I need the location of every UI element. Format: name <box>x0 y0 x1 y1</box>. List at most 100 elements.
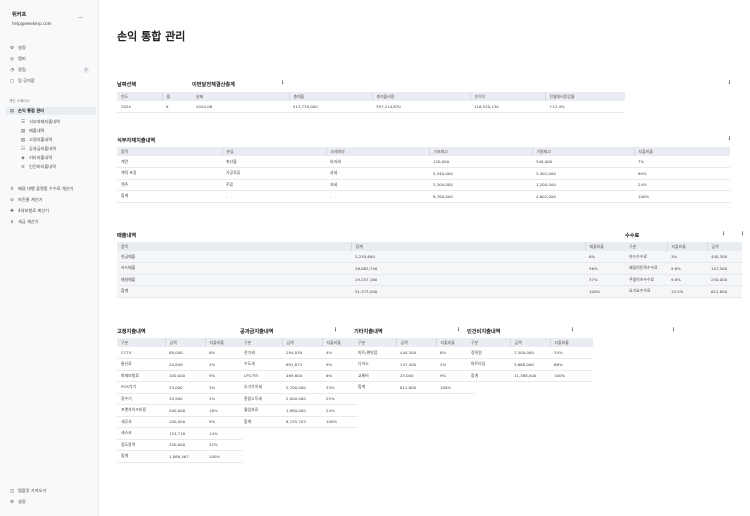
table-cell[interactable]: 8,760,000 <box>429 190 532 203</box>
table-cell[interactable]: 612,800 <box>707 285 742 298</box>
sidebar-item-notifications[interactable]: ◔ 알림 7 <box>9 66 93 74</box>
table-cell[interactable]: 합계 <box>117 285 351 298</box>
column-header[interactable]: 전월대비증감율 <box>544 92 625 101</box>
sidebar-item-settings-bottom[interactable]: ⚙ 설정 <box>9 498 93 506</box>
table-row[interactable]: 화재보험료 100,000 9% <box>117 370 242 382</box>
sidebar-subitem[interactable]: ▤ 매출내역 <box>20 127 104 135</box>
column-header[interactable]: 지출비율 <box>321 338 358 347</box>
table-cell[interactable]: 화재보험료 <box>117 370 165 382</box>
table-cell[interactable]: 9.6% <box>667 274 707 286</box>
sidebar-item-calculator[interactable]: ✚ 4대보험료 계산기 <box>9 207 93 215</box>
column-header[interactable]: 총지출비용 <box>371 92 470 101</box>
table-row[interactable]: 합계 8,135,703 100% <box>240 416 358 428</box>
sidebar-item-team-notice[interactable]: ▢ 팀 공지함 <box>9 77 93 85</box>
table-cell[interactable]: - <box>222 190 326 203</box>
table-cell[interactable]: 24% <box>634 179 730 191</box>
table-cell[interactable]: 469,800 <box>282 370 322 382</box>
column-header[interactable]: 날짜 <box>192 92 289 101</box>
table-cell[interactable]: 25% <box>322 393 358 405</box>
table-cell[interactable]: 11,388,000 <box>510 370 550 382</box>
column-header[interactable]: 구분 <box>625 242 667 251</box>
table-cell[interactable]: 주류 <box>222 179 326 191</box>
table-cell[interactable]: 요기요수수료 <box>625 285 667 298</box>
column-header[interactable]: 순이익 <box>469 92 545 101</box>
table-cell[interactable]: 7,500,000 <box>510 347 550 359</box>
more-options-icon[interactable]: ⋮ <box>727 136 732 142</box>
more-options-icon[interactable]: ⋮ <box>456 327 461 333</box>
table-cell[interactable]: 2% <box>205 358 242 371</box>
sidebar-item-calculator[interactable]: $ 세금 계산기 <box>9 218 93 226</box>
table-row[interactable]: 계란 축산물 비과세 120,000 340,000 7% <box>117 156 730 168</box>
sidebar-subitem[interactable]: ▤ 고정지출내역 <box>20 136 104 144</box>
table-cell[interactable]: 147,500 <box>707 262 742 275</box>
table-cell[interactable]: 34,900 <box>165 393 205 405</box>
table-cell[interactable]: 18% <box>205 404 242 417</box>
table-cell[interactable]: 116,520,130 <box>470 101 545 113</box>
table-cell[interactable]: 맥주 <box>117 179 222 191</box>
table-row[interactable]: 합계 - -8,760,000 4,602,000 100% <box>117 190 730 203</box>
table-row[interactable]: 2024-06 513,735,000 397,214,870 116,520,130… <box>192 101 625 113</box>
column-header[interactable]: 금액 <box>706 242 742 251</box>
sidebar-item-members[interactable]: ◎ 멤버 <box>9 55 93 63</box>
table-row[interactable]: 쿠팡이츠수수료 9.6% 250,000 <box>625 274 742 286</box>
table-cell[interactable]: 32% <box>205 439 242 451</box>
table-cell[interactable]: 34% <box>550 347 593 359</box>
table-cell[interactable]: LPG가스 <box>240 370 282 382</box>
table-cell[interactable]: 5,340,000 <box>429 167 532 180</box>
table-cell[interactable]: 3% <box>205 393 242 405</box>
table-row[interactable]: 파트타임 3,888,000 66% <box>467 358 593 371</box>
table-row[interactable]: 종합소득세 2,000,000 25% <box>240 393 358 405</box>
table-cell[interactable]: 8,135,703 <box>282 416 322 428</box>
column-header[interactable]: 연도 <box>117 92 162 101</box>
table-cell[interactable]: 9% <box>322 358 358 371</box>
table-cell[interactable]: 100% <box>634 190 730 203</box>
table-cell[interactable]: 카드매출 <box>117 262 351 275</box>
table-row[interactable]: 정수기 34,900 3% <box>117 393 242 405</box>
table-cell[interactable]: 1,086,467 <box>165 450 205 463</box>
table-cell[interactable]: 마트/편의점 <box>354 347 396 359</box>
sidebar-subitem[interactable]: ☷ 공과금지출내역 <box>20 145 104 153</box>
table-cell[interactable]: 69% <box>634 167 730 180</box>
table-cell[interactable]: 2024 <box>117 101 162 113</box>
sidebar-item-calculator[interactable]: ⊘ 마진율 계산기 <box>9 196 93 204</box>
table-cell[interactable]: 28,885,740 <box>351 262 585 275</box>
table-cell[interactable]: 프랜차이즈비용 <box>117 404 165 417</box>
table-cell[interactable]: +12.4% <box>545 101 625 113</box>
table-cell[interactable]: 3% <box>667 251 707 263</box>
table-cell[interactable]: 4,602,000 <box>532 190 634 203</box>
table-row[interactable]: 정직원 7,500,000 34% <box>467 347 593 359</box>
table-cell[interactable]: 부가가치세 <box>240 381 282 394</box>
table-cell[interactable]: 20,849 <box>165 358 205 371</box>
table-row[interactable]: 수도세 691,873 9% <box>240 358 358 371</box>
table-row[interactable]: 정도용역 350,000 32% <box>117 439 242 451</box>
more-options-icon[interactable]: ⋮ <box>721 231 726 237</box>
table-row[interactable]: 월임차료 1,980,000 24% <box>240 404 358 417</box>
table-cell[interactable]: 350,000 <box>165 439 205 451</box>
table-cell[interactable]: 200,000 <box>165 404 205 417</box>
table-cell[interactable]: 합계 <box>117 450 165 463</box>
column-header[interactable]: 구분 <box>240 338 282 347</box>
table-cell[interactable]: 513,735,000 <box>289 101 372 113</box>
more-options-icon[interactable]: ⋮ <box>727 80 732 86</box>
table-cell[interactable]: 가공육류 <box>222 167 326 180</box>
table-cell[interactable]: 정도용역 <box>117 439 165 451</box>
column-header[interactable]: 기초재고 <box>428 147 532 156</box>
table-cell[interactable]: 세무사 <box>117 416 165 428</box>
table-cell[interactable]: 쿠팡이츠수수료 <box>625 274 667 286</box>
column-header[interactable]: 금액 <box>164 338 205 347</box>
sidebar-item-settings[interactable]: ⚙ 설정 <box>9 44 93 52</box>
table-row[interactable]: 요기요수수료 12.5% 612,800 <box>625 285 742 298</box>
table-cell[interactable]: 294,030 <box>282 347 322 359</box>
table-cell[interactable]: 33,000 <box>165 381 205 394</box>
table-row[interactable]: 프랜차이즈비용 200,000 18% <box>117 404 242 417</box>
table-cell[interactable]: 440,300 <box>707 251 742 263</box>
table-cell[interactable]: 33% <box>322 381 358 394</box>
table-cell[interactable]: 147,500 <box>396 358 436 371</box>
column-header[interactable]: 구분 <box>117 338 165 347</box>
table-cell[interactable]: 7% <box>634 156 730 168</box>
table-cell[interactable]: 계란 <box>117 156 222 168</box>
table-cell[interactable]: 정수기 <box>117 393 165 405</box>
table-row[interactable]: 세스코 153,718 14% <box>117 427 242 440</box>
sidebar-subitem[interactable]: ☰ 식부자재지출내역 <box>20 118 104 126</box>
table-cell[interactable]: 다이소 <box>354 358 396 371</box>
